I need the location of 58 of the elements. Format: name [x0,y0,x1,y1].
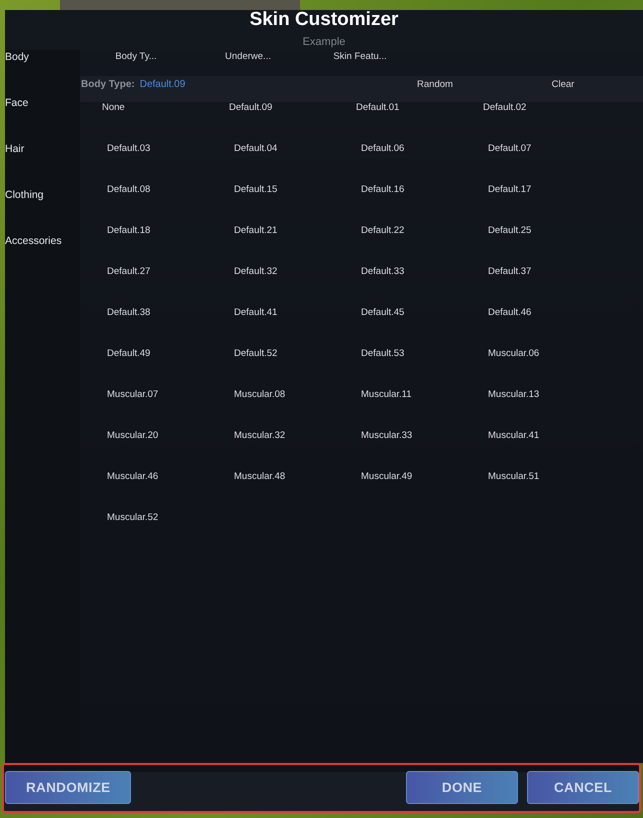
skin-option[interactable]: Default.25 [488,225,532,237]
sub-tab[interactable]: Underwe... [225,51,271,63]
sub-tab[interactable]: Body Ty... [115,51,157,63]
skin-option[interactable]: Default.02 [483,102,526,114]
footer-button[interactable]: CANCEL [527,771,639,804]
footer-button[interactable]: DONE [406,771,518,804]
skin-option[interactable]: Default.04 [234,143,278,155]
skin-option[interactable]: Default.27 [107,266,150,278]
sidebar-item[interactable]: Hair [5,143,24,156]
skin-option[interactable]: Default.32 [234,266,278,278]
footer-button[interactable]: RANDOMIZE [5,771,132,804]
skin-option[interactable]: Muscular.52 [107,512,158,524]
skin-option[interactable]: Muscular.48 [234,471,286,483]
sidebar-item[interactable]: Clothing [5,189,44,202]
skin-option[interactable]: Muscular.11 [361,389,412,401]
skin-option[interactable]: Default.38 [107,307,150,319]
skin-option[interactable]: Muscular.46 [107,471,158,483]
body-type-label: Body Type: [81,79,135,91]
skin-option[interactable]: Default.37 [488,266,532,278]
window-subtitle: Example [302,36,346,49]
skin-option[interactable]: Muscular.51 [488,471,540,483]
skin-option[interactable]: Default.53 [361,348,404,360]
skin-option[interactable]: Default.18 [107,225,150,237]
window-title: Skin Customizer [250,10,398,29]
action-button[interactable]: Clear [552,79,574,91]
skin-option[interactable]: Default.45 [361,307,404,319]
skin-option[interactable]: Default.21 [234,225,278,237]
skin-option[interactable]: Default.01 [356,102,400,114]
skin-option[interactable]: Muscular.33 [361,430,412,442]
skin-option[interactable]: Default.46 [488,307,532,319]
skin-option[interactable]: Muscular.13 [488,389,540,401]
skin-option[interactable]: Default.41 [234,307,278,319]
skin-option[interactable]: Muscular.49 [361,471,412,483]
sub-tab[interactable]: Skin Featu... [333,51,387,63]
body-type-value: Default.09 [140,79,186,91]
sidebar-item[interactable]: Face [5,97,28,110]
skin-option[interactable]: Default.33 [361,266,404,278]
skin-option[interactable]: Muscular.06 [488,348,540,360]
skin-option[interactable]: Default.06 [361,143,404,155]
skin-option[interactable]: Muscular.07 [107,389,158,401]
skin-option[interactable]: Default.15 [234,184,278,196]
skin-option[interactable]: Default.17 [488,184,532,196]
sidebar-item[interactable]: Accessories [5,235,62,248]
skin-option[interactable]: Default.22 [361,225,404,237]
sidebar-item[interactable]: Body [5,51,29,64]
skin-option[interactable]: Default.52 [234,348,278,360]
skin-option[interactable]: Muscular.20 [107,430,158,442]
action-button[interactable]: Random [417,79,453,91]
skin-option[interactable]: Default.08 [107,184,150,196]
skin-option[interactable]: Muscular.32 [234,430,286,442]
skin-option[interactable]: Default.09 [229,102,272,114]
skin-option[interactable]: Default.07 [488,143,532,155]
skin-option[interactable]: Default.16 [361,184,404,196]
skin-option[interactable]: Default.49 [107,348,150,360]
skin-option[interactable]: None [102,102,125,114]
skin-option[interactable]: Muscular.08 [234,389,286,401]
skin-option[interactable]: Muscular.41 [488,430,540,442]
skin-option[interactable]: Default.03 [107,143,150,155]
